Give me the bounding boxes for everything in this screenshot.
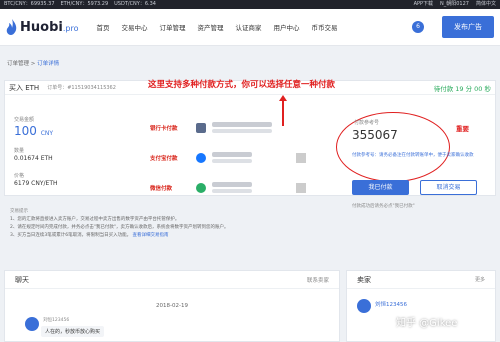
- contact-seller-button[interactable]: 联系卖家: [307, 276, 329, 284]
- app-download-link[interactable]: APP下载: [414, 0, 433, 9]
- wechat-payment-label: 微信付款: [150, 185, 173, 192]
- important-label: 重要: [456, 125, 469, 133]
- alipay-payment-label: 支付宝付款: [150, 155, 178, 162]
- tips-line-3: 3、买方当日连续3笔或累计6笔取消，将限制当日买入功能。: [10, 233, 132, 238]
- seller-avatar: [357, 299, 371, 313]
- wechat-icon: [196, 182, 206, 193]
- seller-name[interactable]: 刘恒123456: [375, 300, 407, 308]
- trade-guide-link[interactable]: 查看详细交易指南: [133, 233, 169, 238]
- alipay-qr-icon[interactable]: [296, 152, 306, 163]
- breadcrumb-parent[interactable]: 订单管理: [7, 61, 29, 67]
- order-number: 订单号：#11519034115362: [47, 85, 116, 91]
- trade-tips: 交易提示 1、您的汇款将直接进入卖方账户，交易过程中卖方出售的数字资产由平台托管…: [4, 208, 496, 258]
- nav-item-user-center[interactable]: 用户中心: [273, 22, 299, 32]
- chat-avatar: [25, 317, 39, 331]
- main-navbar: Huobi.pro 首页 交易中心 订单管理 资产管理 认证商家 用户中心 币币…: [0, 9, 500, 46]
- breadcrumb-separator: >: [29, 61, 38, 67]
- eth-price: ETH/CNY：5973.29: [60, 1, 109, 7]
- bank-card-icon: [196, 122, 206, 133]
- reference-note: 付款参考号：请务必备注在付款转账单中，便于卖家确认收款: [352, 153, 474, 158]
- amount-unit: CNY: [40, 130, 54, 137]
- btc-price: BTC/CNY：69935.37: [4, 1, 55, 7]
- chat-title: 聊天: [15, 275, 29, 284]
- bank-payment-label: 银行卡付款: [150, 125, 178, 132]
- wechat-account-detail: [212, 189, 252, 193]
- tips-line-2: 2、请在规定时间内完成付款，并务必点击"我已付款"，卖方确认收款后，系统会将数字…: [10, 225, 229, 230]
- alipay-account-detail: [212, 159, 252, 163]
- nav-menu: 首页 交易中心 订单管理 资产管理 认证商家 用户中心 币币交易: [96, 22, 337, 32]
- tips-title: 交易提示: [10, 209, 28, 214]
- payment-countdown: 待付款 19 分 00 秒: [433, 84, 491, 93]
- nav-item-orders[interactable]: 订单管理: [159, 22, 185, 32]
- reference-label: 付款参考号: [354, 120, 380, 126]
- payment-annotation: 这里支持多种付款方式，你可以选择任意一种付款: [148, 80, 336, 90]
- nav-item-verified-merchant[interactable]: 认证商家: [235, 22, 261, 32]
- breadcrumb: 订单管理 > 订单详情: [7, 59, 59, 67]
- wechat-qr-icon[interactable]: [296, 182, 306, 193]
- wechat-payment-option[interactable]: 微信付款: [150, 182, 306, 193]
- seller-panel: 卖家 更多 刘恒123456: [346, 270, 496, 342]
- price-value: 6179 CNY/ETH: [14, 180, 58, 187]
- zhihu-watermark: 知乎 @Gikee: [396, 318, 458, 329]
- bank-payment-option[interactable]: 银行卡付款: [150, 122, 272, 133]
- logo-text: Huobi: [20, 19, 63, 35]
- publish-ad-button[interactable]: 发布广告: [442, 16, 494, 38]
- order-info: 交易金额 100 CNY 数量 0.01674 ETH 价格 6179 CNY/…: [14, 116, 58, 187]
- seller-title: 卖家: [357, 275, 371, 284]
- annotation-arrow-icon: [279, 95, 287, 126]
- chat-message: 人在的，秒放币放心购买: [41, 326, 105, 337]
- usdt-price: USDT/CNY：6.34: [114, 1, 156, 7]
- reference-code: 355067: [352, 128, 398, 142]
- quantity-label: 数量: [14, 148, 25, 154]
- cancel-trade-button[interactable]: 取消交易: [420, 180, 477, 195]
- language-select[interactable]: 简体中文: [476, 0, 496, 9]
- flame-logo-icon: [6, 19, 17, 35]
- mark-paid-button[interactable]: 我已付款: [352, 180, 409, 195]
- chat-date: 2018-02-19: [156, 303, 188, 309]
- seller-more-link[interactable]: 更多: [475, 276, 485, 283]
- nav-item-trade-center[interactable]: 交易中心: [121, 22, 147, 32]
- price-ticker: BTC/CNY：69935.37 ETH/CNY：5973.29 USDT/CN…: [0, 0, 500, 9]
- nav-item-assets[interactable]: 资产管理: [197, 22, 223, 32]
- wechat-account-info: [212, 182, 252, 187]
- quantity-value: 0.01674 ETH: [14, 155, 53, 162]
- tips-line-1: 1、您的汇款将直接进入卖方账户，交易过程中卖方出售的数字资产由平台托管保护。: [10, 217, 180, 222]
- breadcrumb-current: 订单详情: [37, 61, 60, 67]
- amount-value: 100: [14, 124, 37, 138]
- amount-label: 交易金额: [14, 117, 35, 123]
- notification-badge[interactable]: 6: [412, 21, 424, 33]
- huobi-logo[interactable]: Huobi.pro: [6, 19, 78, 35]
- order-title: 买入 ETH: [9, 83, 40, 92]
- alipay-account-info: [212, 152, 252, 157]
- nav-item-home[interactable]: 首页: [96, 22, 109, 32]
- logo-suffix: .pro: [62, 23, 79, 33]
- chat-username: 刘恒123456: [43, 318, 70, 323]
- bank-account-info: [212, 122, 272, 127]
- chat-panel: 聊天 联系卖家 2018-02-19 刘恒123456 人在的，秒放币放心购买: [4, 270, 340, 342]
- nav-item-coin-trading[interactable]: 币币交易: [311, 22, 337, 32]
- user-menu[interactable]: N_朝阳0127: [440, 0, 469, 9]
- alipay-payment-option[interactable]: 支付宝付款: [150, 152, 306, 163]
- bank-account-detail: [212, 129, 272, 133]
- alipay-icon: [196, 152, 206, 163]
- price-label: 价格: [14, 173, 25, 179]
